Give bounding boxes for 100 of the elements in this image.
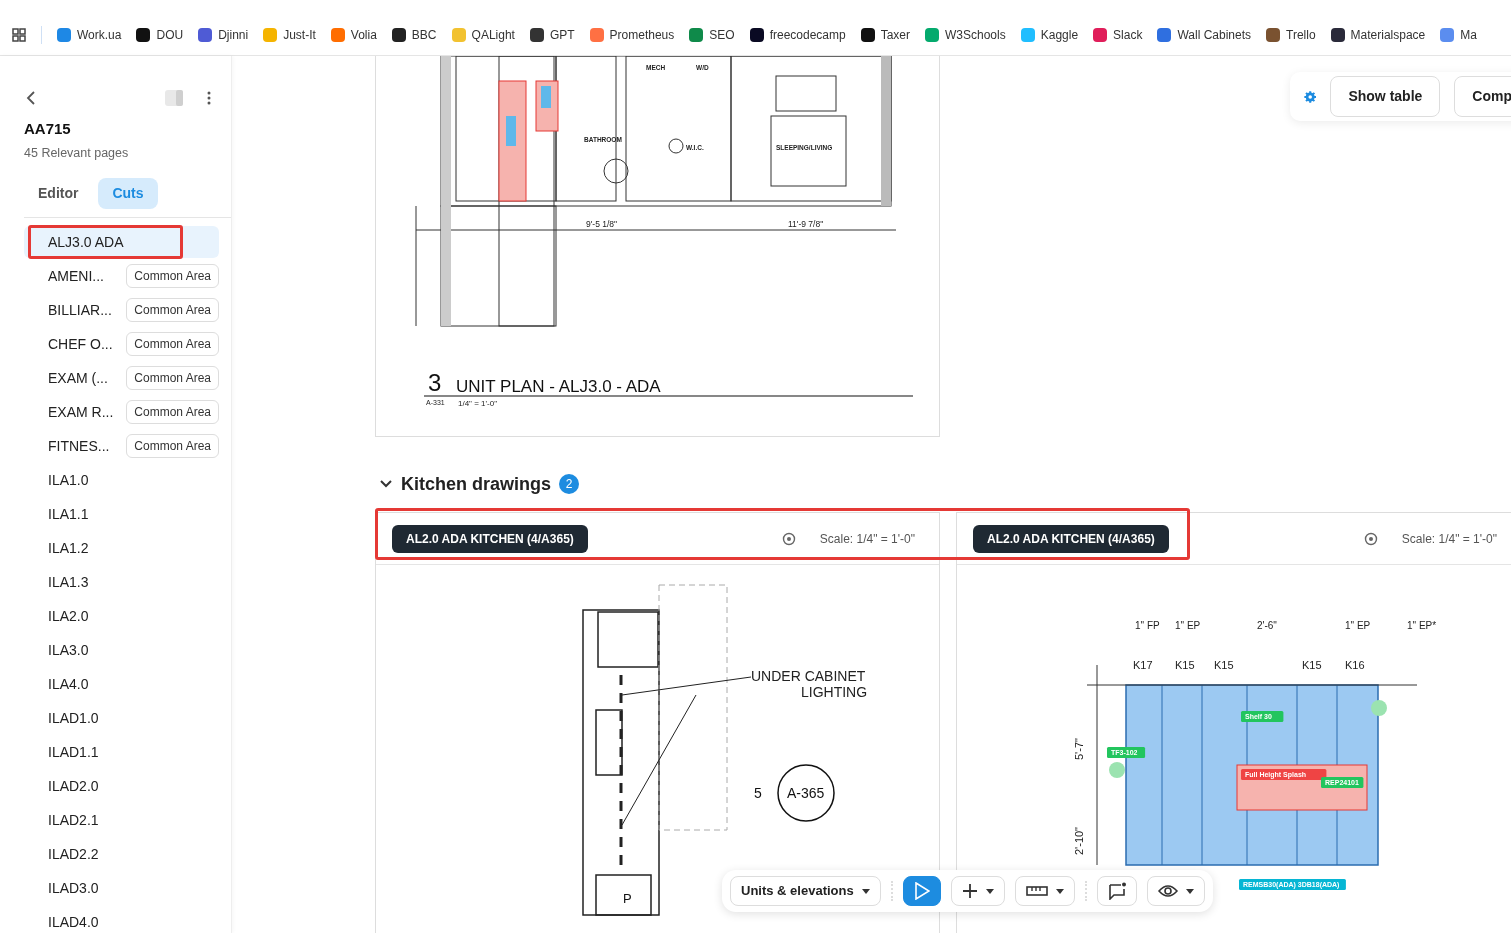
bookmark-link[interactable]: GPT (529, 25, 575, 44)
caret-icon (985, 888, 994, 894)
cabinet-code: K16 (1345, 659, 1365, 671)
caret-icon (1055, 888, 1064, 894)
ruler-icon (1025, 883, 1048, 899)
sidebar-item[interactable]: ILA1.1 (48, 503, 89, 525)
sidebar-item[interactable]: CHEF O... (48, 333, 113, 355)
sidebar-item[interactable]: ILA2.0 (48, 605, 89, 627)
ruler-button[interactable] (1014, 876, 1075, 906)
count-badge: 2 (559, 474, 580, 494)
bookmark-link[interactable]: Trello (1266, 25, 1316, 44)
dimension-label: 1" EP* (1407, 620, 1437, 631)
sidebar-item[interactable]: AMENI... (48, 265, 104, 287)
dimension-label: 1" EP (1175, 620, 1201, 631)
sidebar-item[interactable]: BILLIAR... (48, 299, 112, 321)
sidebar-item[interactable]: ILAD2.0 (48, 775, 99, 797)
dimension-label: 9'-5 1/8" (586, 219, 618, 229)
target-icon[interactable] (781, 531, 796, 546)
bookmark-link[interactable]: Wall Cabinets (1157, 25, 1252, 44)
cabinet-code: K15 (1302, 659, 1322, 671)
sidebar-item[interactable]: ILAD1.0 (48, 707, 99, 729)
bookmark-link[interactable]: DOU (136, 25, 184, 44)
bookmark-link[interactable]: freecodecamp (749, 25, 846, 44)
dimension-label: 1" EP (1345, 620, 1371, 631)
cabinet-code: K15 (1175, 659, 1195, 671)
tab[interactable]: Editor (24, 178, 93, 210)
eye-icon (1157, 884, 1178, 898)
sidebar-item[interactable]: ILA4.0 (48, 673, 89, 695)
tag: Common Area (126, 366, 219, 391)
chevron-icon[interactable] (379, 479, 393, 489)
tag: Common Area (126, 400, 219, 425)
dimension-label: 1" FP (1135, 620, 1160, 631)
select-tool-button[interactable] (902, 876, 941, 906)
cabinet-code: K15 (1214, 659, 1234, 671)
bookmark-link[interactable]: Work.ua (57, 25, 122, 44)
caret-icon (1185, 888, 1194, 894)
target-icon[interactable] (1363, 531, 1378, 546)
dimension-label: 5'-7" (1073, 738, 1085, 760)
sidebar-item[interactable]: ILAD4.0 (48, 911, 99, 933)
bookmark-link[interactable]: Prometheus (589, 25, 675, 44)
sidebar-item[interactable]: EXAM (... (48, 367, 108, 389)
section-title: Kitchen drawings (401, 472, 552, 496)
scale-label: Scale: 1/4" = 1'-0" (819, 530, 915, 548)
callout-text: LIGHTING (801, 684, 868, 700)
sidebar-item[interactable]: ILA1.2 (48, 537, 89, 559)
more-icon[interactable] (207, 91, 211, 105)
bookmark-link[interactable]: Just-It (263, 25, 316, 44)
bookmark-link[interactable]: Djinni (198, 25, 249, 44)
dimension-label: 2'-6" (1257, 620, 1277, 631)
scale-note: 1/4" = 1'-0" (458, 399, 497, 408)
sidebar-item[interactable]: ILA3.0 (48, 639, 89, 661)
add-button[interactable] (950, 876, 1005, 906)
comment-icon (1107, 882, 1126, 900)
drawing-number: 3 (428, 369, 442, 396)
bookmark-link[interactable]: Taxer (860, 25, 910, 44)
bookmark-link[interactable]: Volia (330, 25, 377, 44)
bookmark-link[interactable]: W3Schools (925, 25, 1006, 44)
project-title: AA715 (24, 119, 72, 139)
dimension-label: 2'-10" (1073, 826, 1085, 855)
sidebar-item[interactable]: FITNES... (48, 435, 110, 457)
sidebar-item[interactable]: EXAM R... (48, 401, 114, 423)
dimension-label: 11'-9 7/8" (788, 219, 824, 229)
bookmark-link[interactable]: BBC (391, 25, 437, 44)
appliance-label: P (623, 891, 632, 906)
bookmark-link[interactable]: Kaggle (1020, 25, 1079, 44)
bookmark-link[interactable]: SEO (689, 25, 735, 44)
apps-icon[interactable] (12, 27, 26, 42)
sidebar-item[interactable]: ILAD3.0 (48, 877, 99, 899)
callout-text: UNDER CABINET (751, 668, 866, 684)
caret-icon (861, 888, 870, 894)
add-icon (961, 883, 978, 899)
panel-toggle-icon[interactable] (165, 90, 183, 106)
scale-label: Scale: 1/4" = 1'-0" (1401, 530, 1497, 548)
tag: Common Area (126, 264, 219, 289)
cut-label: AL2.0 ADA KITCHEN (4/A365) (392, 524, 588, 553)
section-marker (777, 764, 835, 822)
bookmark-link[interactable]: Materialspace (1330, 25, 1426, 44)
drawing-title: UNIT PLAN - ALJ3.0 - ADA (456, 377, 661, 396)
action-button[interactable]: Comp (1454, 76, 1511, 117)
visibility-button[interactable] (1146, 876, 1205, 906)
comment-button[interactable] (1096, 876, 1137, 906)
cut-label: AL2.0 ADA KITCHEN (4/A365) (973, 524, 1169, 553)
bookmark-link[interactable]: Slack (1093, 25, 1143, 44)
sidebar-item[interactable]: ILAD2.1 (48, 809, 99, 831)
back-icon[interactable] (26, 91, 36, 105)
pointer-icon (913, 882, 930, 900)
units-dropdown[interactable]: Units & elevations (730, 876, 881, 906)
marker-number: 5 (754, 785, 762, 801)
cabinet-code: K17 (1133, 659, 1153, 671)
tag: Common Area (126, 434, 219, 459)
sidebar-item[interactable]: ILAD1.1 (48, 741, 99, 763)
bookmark-link[interactable]: QALight (451, 25, 515, 44)
page-count: 45 Relevant pages (24, 144, 130, 162)
sidebar-item[interactable]: ILA1.3 (48, 571, 89, 593)
tag: Common Area (126, 298, 219, 323)
action-button[interactable]: Show table (1330, 76, 1441, 117)
bookmark-link[interactable]: Ma (1440, 25, 1477, 44)
sidebar-item[interactable]: ILAD2.2 (48, 843, 99, 865)
tag: Common Area (126, 332, 219, 357)
sidebar-item[interactable]: ILA1.0 (48, 469, 89, 491)
